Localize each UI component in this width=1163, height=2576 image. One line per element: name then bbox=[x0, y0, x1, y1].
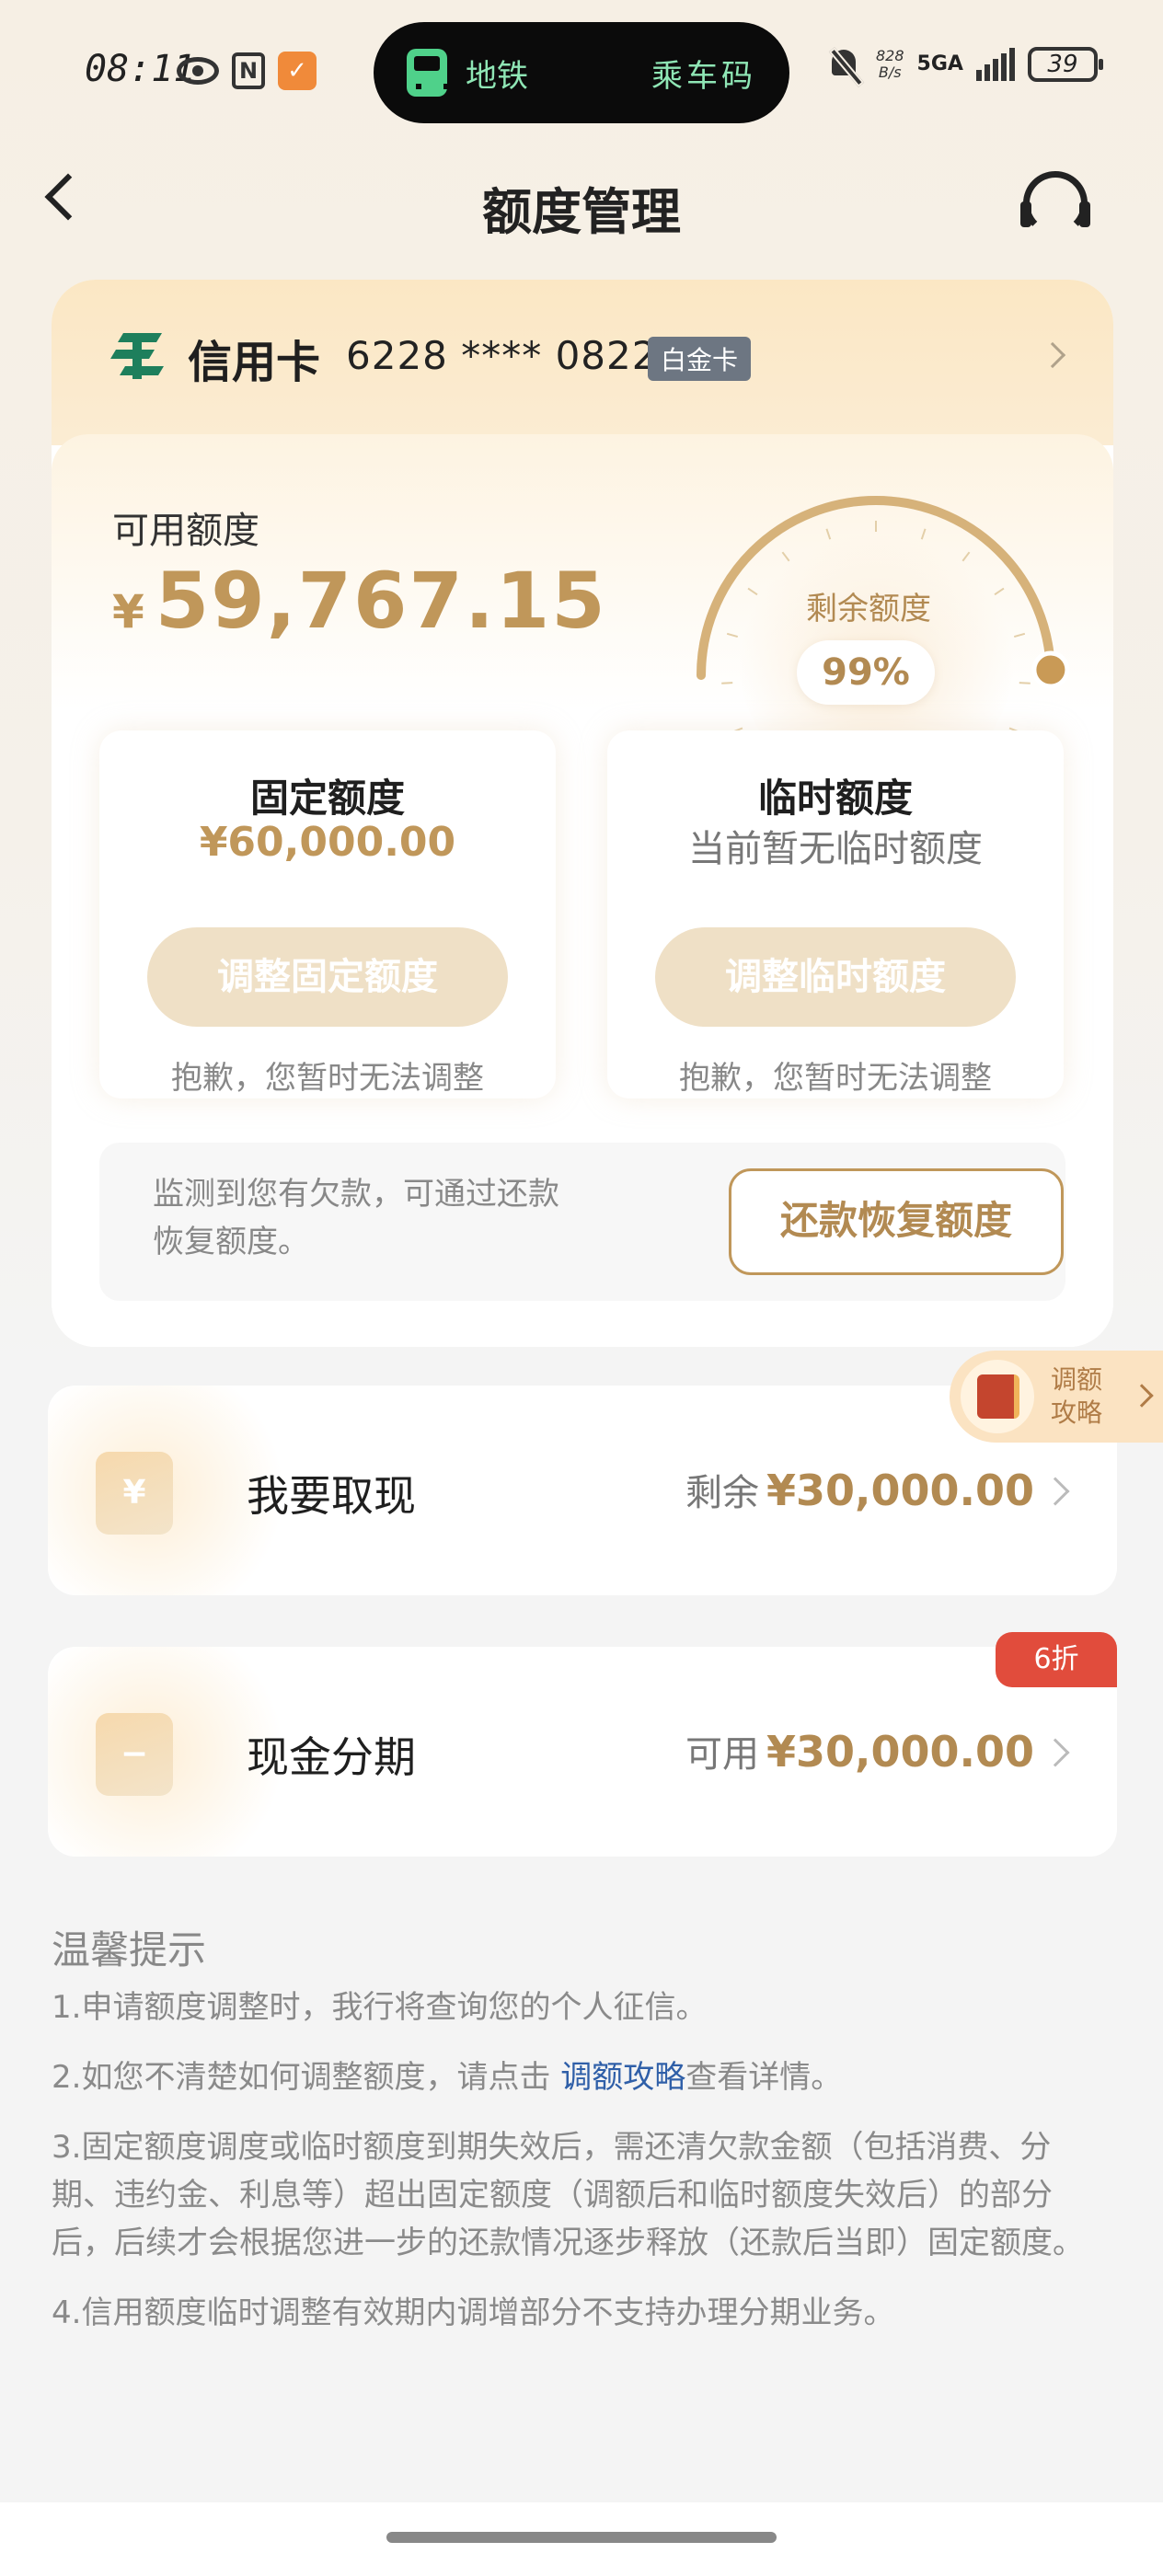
net-speed: 828 B/s bbox=[876, 48, 904, 81]
status-icons-left: N ✓ bbox=[177, 52, 317, 90]
tips-title: 温馨提示 bbox=[52, 1927, 207, 1972]
network-type: 5GA bbox=[916, 52, 963, 75]
tip-item: 4.信用额度临时调整有效期内调增部分不支持办理分期业务。 bbox=[52, 2294, 895, 2331]
fixed-limit-title: 固定额度 bbox=[249, 776, 405, 821]
net-speed-unit: B/s bbox=[878, 63, 902, 81]
available-limit-label: 可用额度 bbox=[112, 510, 259, 552]
temporary-limit-note: 抱歉，您暂时无法调整 bbox=[679, 1060, 992, 1097]
signal-icon bbox=[975, 48, 1015, 81]
battery-icon: 39 bbox=[1027, 47, 1103, 82]
app-badge-icon: ✓ bbox=[278, 52, 317, 90]
available-limit-value: ¥59,767.15 bbox=[112, 556, 607, 646]
mute-icon bbox=[826, 46, 863, 83]
chevron-right-icon bbox=[1041, 1477, 1070, 1506]
gauge-tick bbox=[721, 682, 733, 684]
debt-message: 监测到您有欠款，可通过还款恢复额度。 bbox=[153, 1176, 559, 1260]
temporary-limit-card: 临时额度 当前暂无临时额度 调整临时额度 抱歉，您暂时无法调整 bbox=[607, 730, 1064, 1098]
train-icon bbox=[407, 49, 449, 97]
available-amount: 59,767.15 bbox=[155, 556, 607, 646]
currency-symbol: ¥ bbox=[112, 585, 146, 638]
card-header[interactable]: 信用卡 6228 **** 0822 白金卡 bbox=[52, 280, 1113, 445]
home-indicator[interactable] bbox=[386, 2532, 777, 2543]
nfc-icon: N bbox=[232, 52, 265, 89]
temporary-limit-value: 当前暂无临时额度 bbox=[688, 828, 983, 870]
tip-item: 2.如您不清楚如何调整额度，请点击 调额攻略查看详情。 bbox=[52, 2059, 843, 2096]
adjust-fixed-limit-button[interactable]: 调整固定额度 bbox=[147, 927, 508, 1027]
tips-list: 1.申请额度调整时，我行将查询您的个人征信。 2.如您不清楚如何调整额度，请点击… bbox=[52, 1984, 1110, 2359]
fixed-limit-card: 固定额度 ¥60,000.00 调整固定额度 抱歉，您暂时无法调整 bbox=[99, 730, 556, 1098]
headset-icon[interactable] bbox=[1020, 171, 1090, 236]
gauge-tick bbox=[726, 632, 739, 638]
adjust-temporary-limit-button[interactable]: 调整临时额度 bbox=[655, 927, 1016, 1027]
chevron-right-icon bbox=[1039, 341, 1066, 369]
gauge-percent: 99% bbox=[797, 640, 935, 705]
limit-strategy-tab[interactable]: 调额 攻略 bbox=[950, 1351, 1163, 1443]
temporary-limit-title: 临时额度 bbox=[757, 776, 913, 821]
chevron-right-icon bbox=[1041, 1738, 1070, 1767]
island-ride-code-label: 乘车码 bbox=[651, 57, 756, 95]
discount-badge: 6折 bbox=[996, 1632, 1117, 1687]
cash-installment-label: 现金分期 bbox=[247, 1732, 416, 1782]
wallet-icon: − bbox=[96, 1713, 173, 1796]
debt-notice: 监测到您有欠款，可通过还款恢复额度。 还款恢复额度 bbox=[99, 1143, 1065, 1301]
repay-restore-limit-button[interactable]: 还款恢复额度 bbox=[729, 1168, 1064, 1275]
cash-withdraw-label: 我要取现 bbox=[247, 1471, 416, 1521]
gauge-label: 剩余额度 bbox=[806, 591, 931, 627]
bank-logo-icon bbox=[110, 333, 164, 379]
gauge-tick bbox=[1013, 632, 1026, 638]
fixed-limit-value: ¥60,000.00 bbox=[199, 819, 456, 866]
gauge-tick bbox=[1019, 682, 1031, 684]
cash-installment-available: 可用 ¥30,000.00 bbox=[685, 1727, 1034, 1777]
island-metro-label: 地铁 bbox=[466, 57, 528, 95]
cash-icon: ¥ bbox=[96, 1452, 173, 1535]
cash-installment-row[interactable]: − 现金分期 可用 ¥30,000.00 bbox=[48, 1647, 1117, 1857]
card-type: 信用卡 bbox=[188, 337, 321, 388]
cash-withdraw-remaining: 剩余 ¥30,000.00 bbox=[685, 1466, 1034, 1515]
book-icon bbox=[961, 1360, 1034, 1433]
tip-item: 1.申请额度调整时，我行将查询您的个人征信。 bbox=[52, 1989, 708, 2026]
card-number: 6228 **** 0822 bbox=[346, 333, 658, 378]
status-icons-right: 828 B/s 5GA 39 bbox=[826, 46, 1103, 83]
fixed-limit-note: 抱歉，您暂时无法调整 bbox=[171, 1060, 484, 1097]
eye-icon bbox=[177, 57, 219, 85]
credit-card-panel: 信用卡 6228 **** 0822 白金卡 可用额度 ¥59,767.15 剩… bbox=[52, 280, 1113, 1347]
limit-strategy-link[interactable]: 调额攻略 bbox=[560, 2059, 685, 2096]
net-speed-value: 828 bbox=[876, 47, 904, 64]
chevron-right-icon bbox=[1130, 1384, 1154, 1408]
dynamic-island[interactable]: 地铁 乘车码 bbox=[374, 22, 789, 123]
page-title: 额度管理 bbox=[482, 183, 681, 241]
strategy-label: 调额 攻略 bbox=[1051, 1364, 1103, 1428]
tip-item: 3.固定额度调度或临时额度到期失效后，需还清欠款金额（包括消费、分期、违约金、利… bbox=[52, 2129, 1084, 2261]
card-level-badge: 白金卡 bbox=[648, 337, 752, 381]
